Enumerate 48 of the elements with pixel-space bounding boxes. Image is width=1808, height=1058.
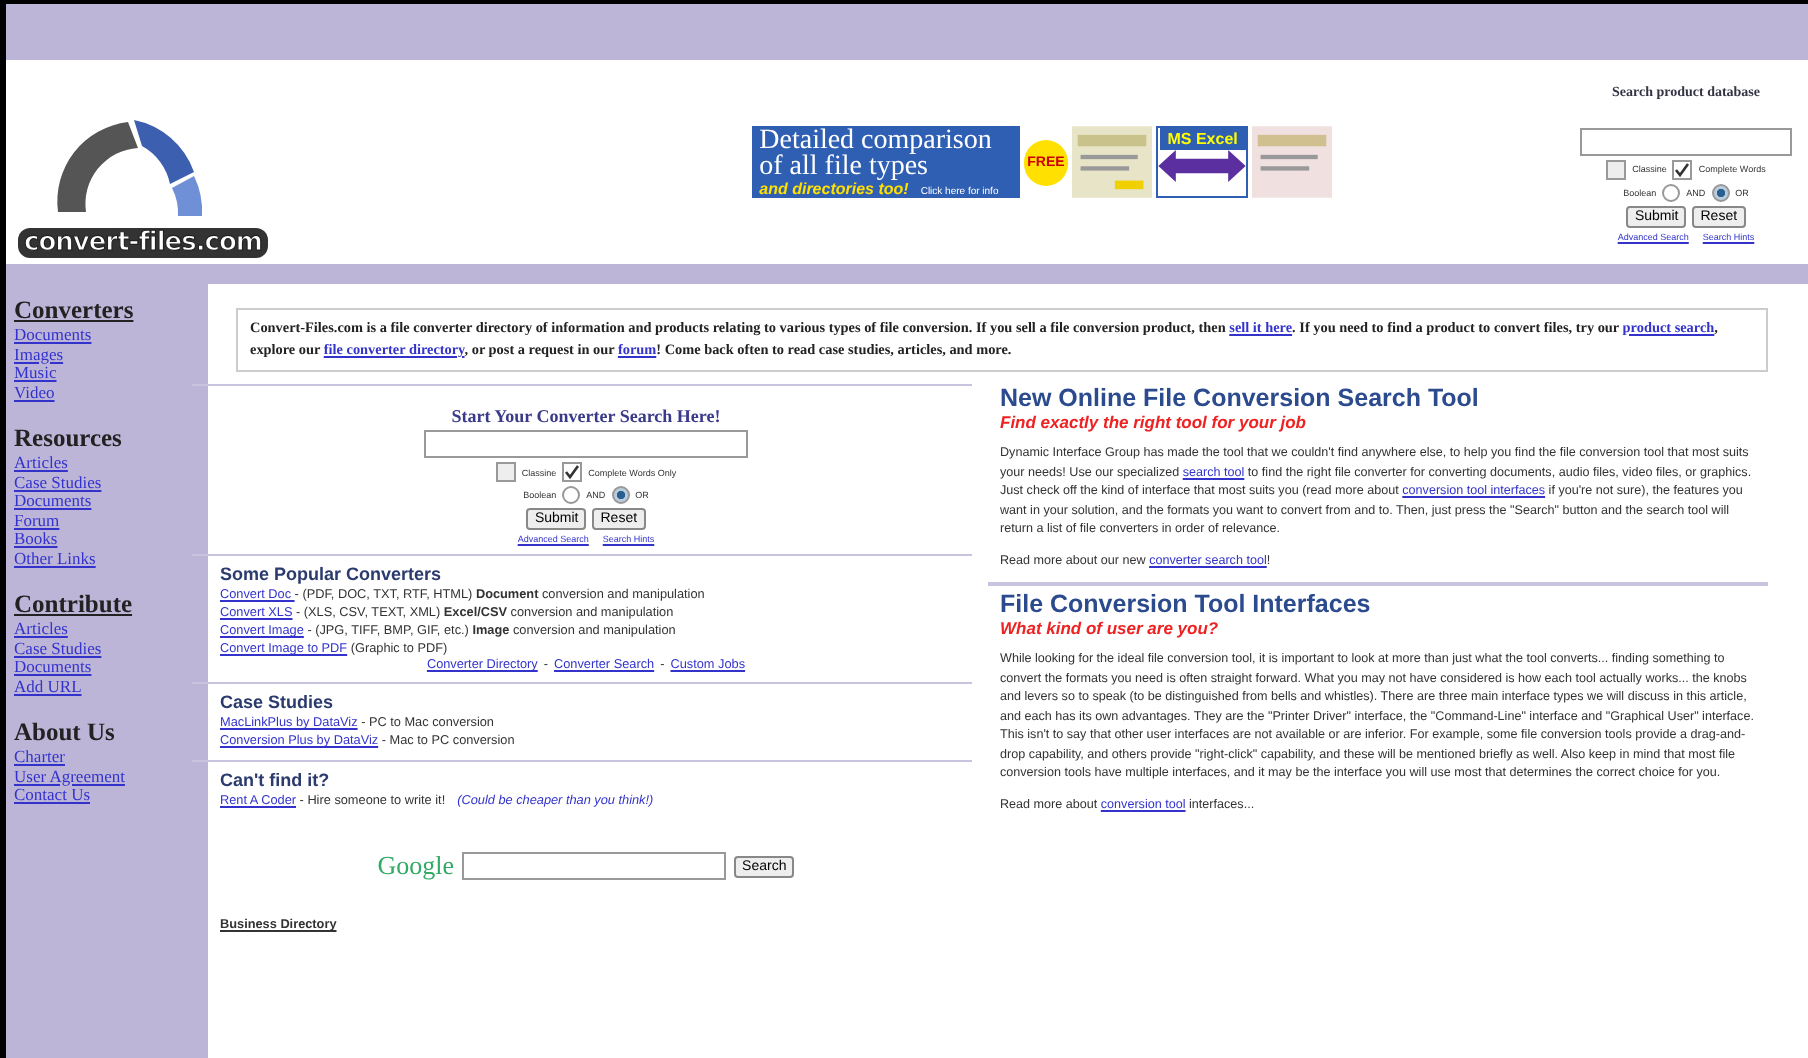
- double-arrow-icon: [1158, 150, 1247, 182]
- sidebar-link[interactable]: Charter: [14, 748, 200, 767]
- sidebar-link[interactable]: Music: [14, 364, 200, 383]
- sidebar-link[interactable]: Case Studies: [14, 473, 200, 492]
- banner-product: MS Excel: [1159, 128, 1246, 150]
- sidebar-link[interactable]: Video: [14, 383, 200, 402]
- banner-tagline: and directories too!: [759, 179, 909, 197]
- radio-button[interactable]: [611, 486, 630, 504]
- sidebar-link[interactable]: Case Studies: [14, 639, 200, 658]
- checkbox[interactable]: [1672, 159, 1693, 179]
- google-logo: Google: [377, 850, 455, 882]
- sidebar-heading: Converters: [14, 296, 136, 326]
- sidebar-link[interactable]: Documents: [14, 492, 200, 511]
- radio-button[interactable]: [1662, 183, 1681, 201]
- sidebar-link[interactable]: Documents: [14, 326, 200, 345]
- sidebar-link[interactable]: User Agreement: [14, 767, 200, 786]
- radio-button[interactable]: [1711, 183, 1730, 201]
- sidebar-link[interactable]: Forum: [14, 511, 200, 530]
- search-field[interactable]: [1580, 127, 1792, 155]
- article-subtitle: Find exactly the right tool for your job: [1000, 412, 1309, 432]
- sidebar-link[interactable]: Books: [14, 530, 200, 549]
- sidebar-link[interactable]: Articles: [14, 454, 200, 473]
- search-title: Start Your Converter Search Here!: [451, 406, 721, 426]
- sidebar-heading: Contribute: [14, 590, 135, 620]
- article-title: File Conversion Tool Interfaces: [1000, 590, 1373, 618]
- sidebar-link[interactable]: Add URL: [14, 677, 200, 696]
- sidebar-link[interactable]: Articles: [14, 620, 200, 639]
- logo-text[interactable]: convert-files.com: [18, 227, 268, 257]
- sidebar-link[interactable]: Contact Us: [14, 786, 200, 805]
- article-title: New Online File Conversion Search Tool: [1000, 384, 1481, 412]
- sidebar-link[interactable]: Documents: [14, 658, 200, 677]
- section-heading: Case Studies: [220, 692, 336, 712]
- screenshot-thumbnail-icon: [1252, 126, 1333, 198]
- sidebar-heading: Resources: [14, 424, 124, 454]
- radio-button[interactable]: [562, 486, 581, 504]
- article-subtitle: What kind of user are you?: [1000, 618, 1221, 638]
- sidebar-link[interactable]: Images: [14, 345, 200, 364]
- search-field[interactable]: [424, 430, 748, 458]
- google-search-field[interactable]: [462, 852, 727, 880]
- banner-headline: Detailed comparison of all file types: [759, 127, 994, 179]
- checkbox[interactable]: [495, 462, 516, 482]
- checkbox[interactable]: [562, 462, 583, 482]
- section-heading: Can't find it?: [220, 770, 332, 790]
- sidebar-link[interactable]: Other Links: [14, 549, 200, 568]
- screenshot-thumbnail-icon: [1072, 126, 1153, 198]
- sidebar-heading: About Us: [14, 718, 117, 748]
- checkbox[interactable]: [1606, 159, 1627, 179]
- section-heading: Some Popular Converters: [220, 564, 444, 584]
